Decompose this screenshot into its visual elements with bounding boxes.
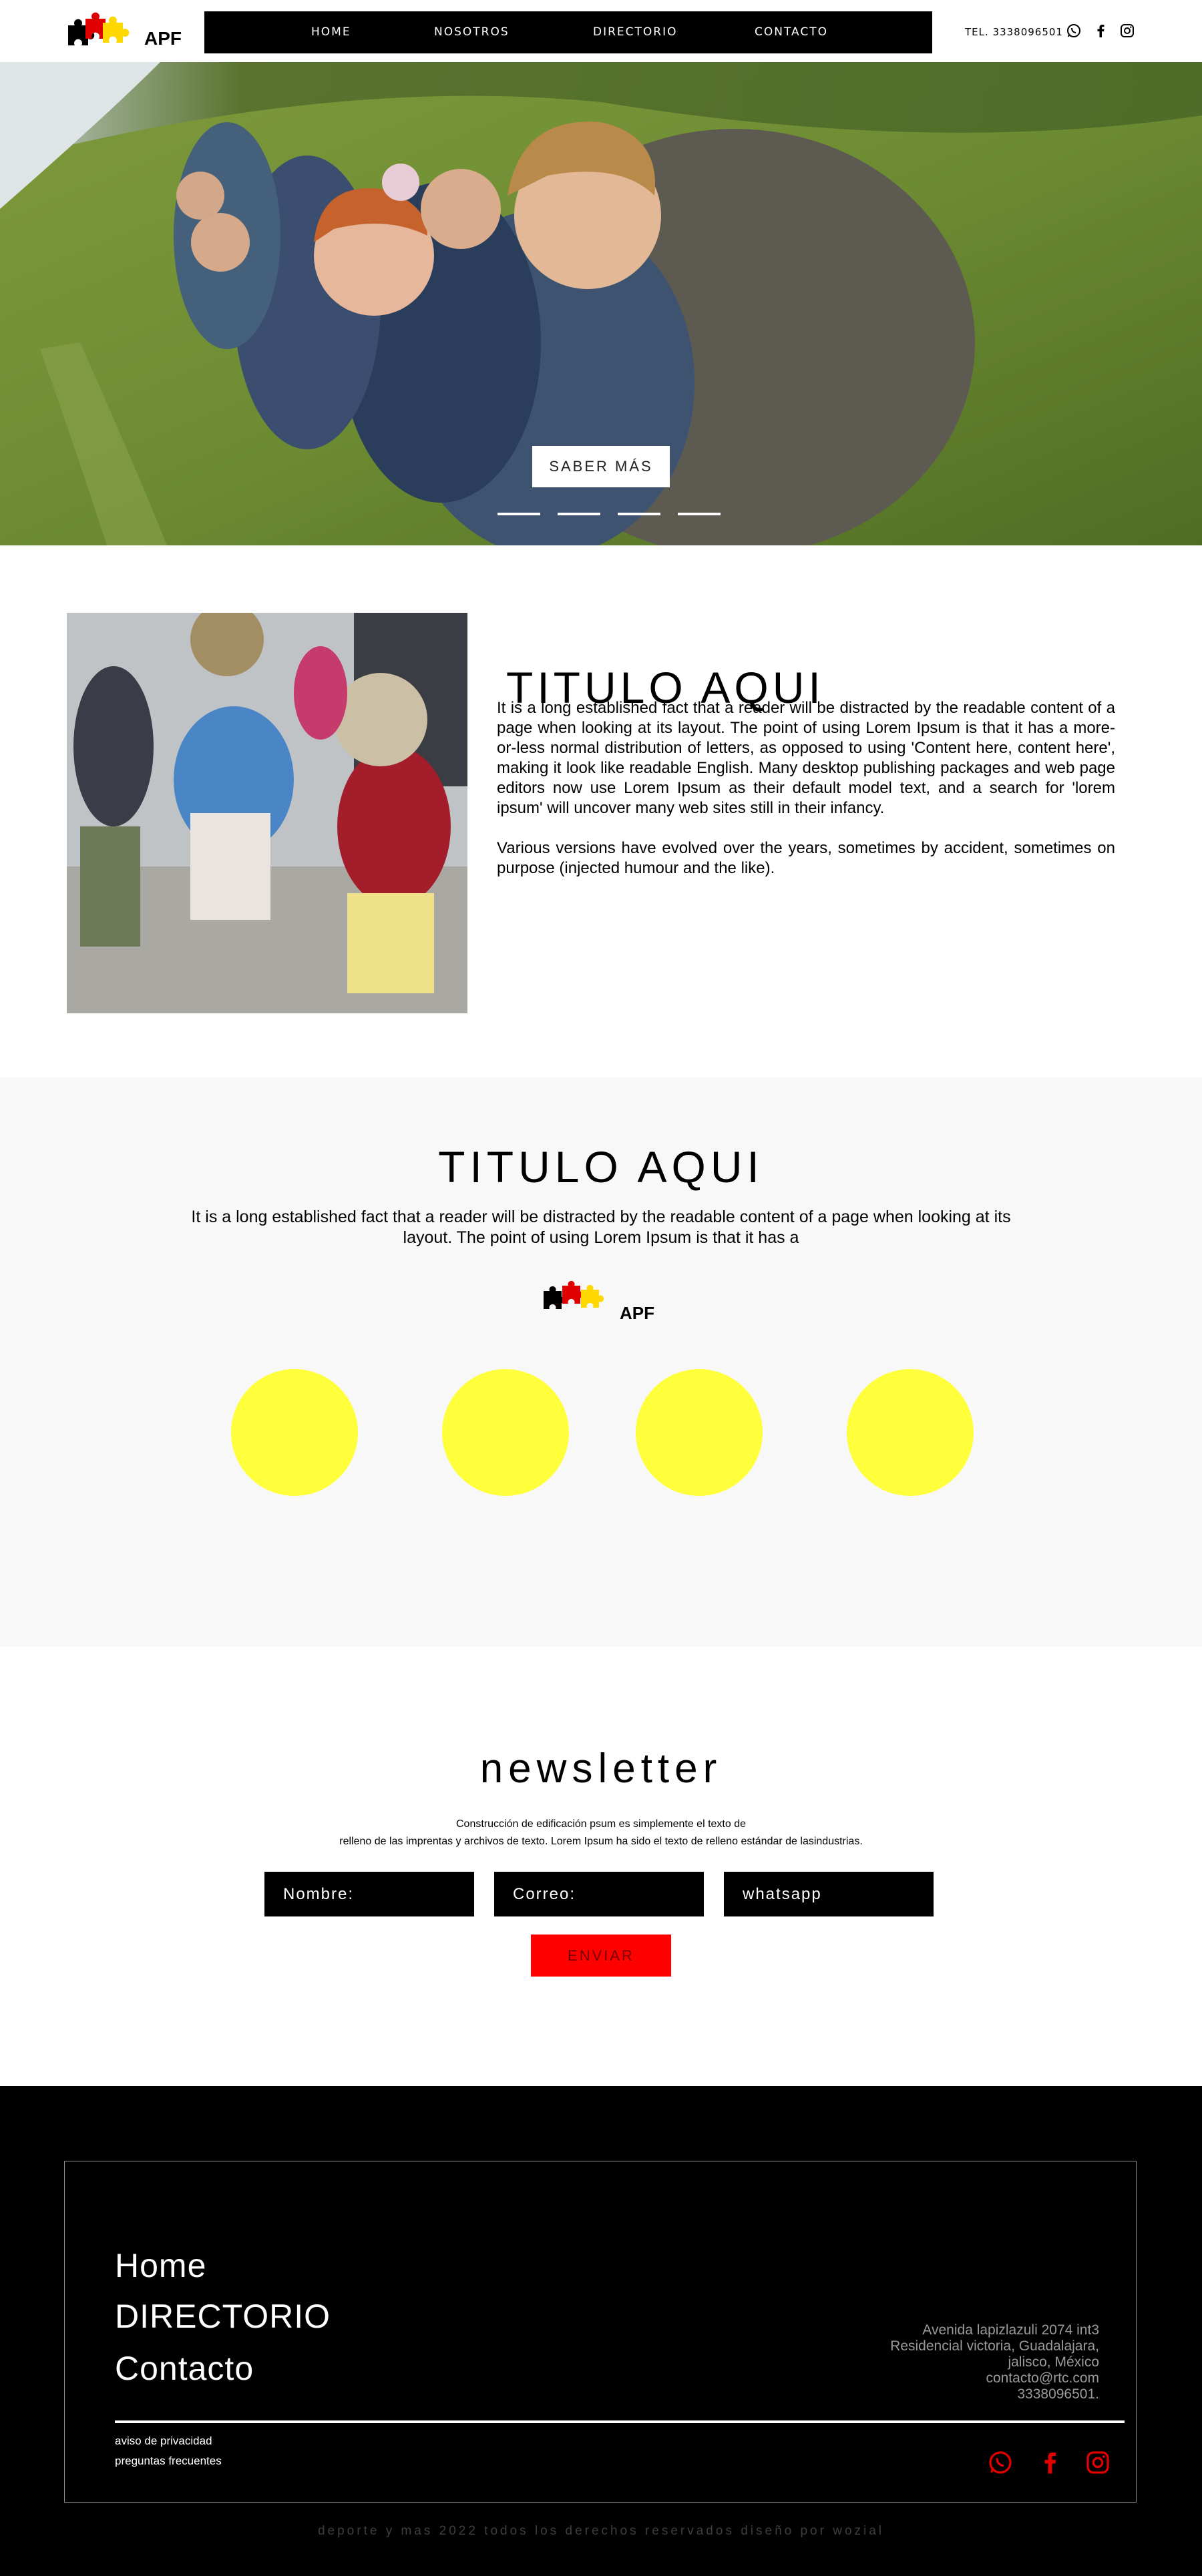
footer-link-directorio[interactable]: DIRECTORIO xyxy=(115,2297,331,2336)
section-one-body: It is a long established fact that a rea… xyxy=(497,698,1115,878)
section-two-title: TITULO AQUI xyxy=(438,1142,764,1192)
feature-circle-3[interactable] xyxy=(636,1369,763,1496)
site-header: APF HOME NOSOTROS DIRECTORIO CONTACTO TE… xyxy=(0,0,1202,62)
name-input[interactable] xyxy=(264,1872,474,1916)
section-two-text: It is a long established fact that a rea… xyxy=(191,1208,1011,1247)
address-line-3: jalisco, México xyxy=(1008,2354,1099,2370)
enviar-button[interactable]: ENVIAR xyxy=(531,1935,671,1977)
newsletter-title: newsletter xyxy=(479,1746,723,1792)
nav-nosotros[interactable]: NOSOTROS xyxy=(434,11,510,53)
slide-indicator-2[interactable] xyxy=(558,513,600,515)
slide-indicator-3[interactable] xyxy=(618,513,660,515)
contact-email: contacto@rtc.com xyxy=(986,2370,1099,2386)
newsletter-subtitle-line-1: Construcción de edificación psum es simp… xyxy=(456,1818,746,1830)
address-line-2: Residencial victoria, Guadalajara, xyxy=(890,2338,1099,2354)
whatsapp-icon[interactable] xyxy=(1066,23,1082,39)
feature-circle-2[interactable] xyxy=(442,1369,569,1496)
feature-circle-1[interactable] xyxy=(231,1369,358,1496)
logo-text: APF xyxy=(620,1303,654,1323)
nav-home[interactable]: HOME xyxy=(311,11,351,53)
header-phone: TEL. 3338096501 xyxy=(965,26,1063,38)
slide-indicator-1[interactable] xyxy=(497,513,540,515)
main-navigation: HOME NOSOTROS DIRECTORIO CONTACTO xyxy=(204,11,932,53)
hero-banner: SABER MÁS xyxy=(0,62,1202,545)
saber-mas-button[interactable]: SABER MÁS xyxy=(532,446,670,487)
site-footer: Home DIRECTORIO Contacto Avenida lapizla… xyxy=(0,2086,1202,2576)
whatsapp-input[interactable] xyxy=(724,1872,934,1916)
instagram-icon[interactable] xyxy=(1119,23,1135,39)
logo-text: APF xyxy=(144,28,182,49)
copyright-text: deporte y mas 2022 todos los derechos re… xyxy=(317,2524,885,2538)
faq-link[interactable]: preguntas frecuentes xyxy=(115,2455,222,2468)
section-two: TITULO AQUI It is a long established fac… xyxy=(0,1077,1202,1647)
footer-divider xyxy=(115,2420,1125,2423)
slide-indicator-4[interactable] xyxy=(678,513,721,515)
nav-contacto[interactable]: CONTACTO xyxy=(755,11,828,53)
footer-link-contacto[interactable]: Contacto xyxy=(115,2349,254,2388)
newsletter-subtitle-line-2: relleno de las imprentas y archivos de t… xyxy=(339,1836,863,1847)
footer-link-home[interactable]: Home xyxy=(115,2246,206,2285)
footer-address: Avenida lapizlazuli 2074 int3 Residencia… xyxy=(801,2322,1099,2402)
facebook-icon[interactable] xyxy=(1036,2449,1063,2476)
address-line-1: Avenida lapizlazuli 2074 int3 xyxy=(922,2322,1099,2338)
whatsapp-icon[interactable] xyxy=(987,2449,1014,2476)
children-backpacks-photo xyxy=(67,613,467,1013)
instagram-icon[interactable] xyxy=(1084,2449,1111,2476)
newsletter-subtitle: Construcción de edificación psum es simp… xyxy=(0,1816,1202,1850)
privacy-link[interactable]: aviso de privacidad xyxy=(115,2434,212,2448)
feature-circle-4[interactable] xyxy=(847,1369,974,1496)
section-one-paragraph-1: It is a long established fact that a rea… xyxy=(497,699,1115,817)
section-one-paragraph-2: Various versions have evolved over the y… xyxy=(497,839,1115,877)
facebook-icon[interactable] xyxy=(1092,23,1109,39)
email-input[interactable] xyxy=(494,1872,704,1916)
contact-phone: 3338096501. xyxy=(1017,2386,1099,2402)
nav-directorio[interactable]: DIRECTORIO xyxy=(593,11,678,53)
